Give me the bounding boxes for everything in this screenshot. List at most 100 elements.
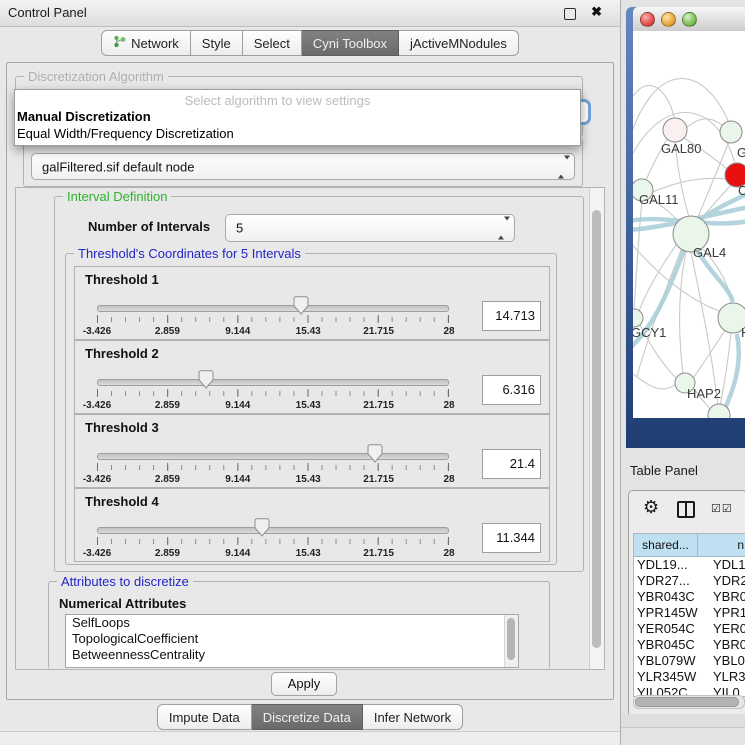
network-icon <box>113 35 126 51</box>
zoom-window-button[interactable] <box>682 12 697 27</box>
close-icon[interactable]: ✖ <box>591 4 602 20</box>
slider-scale: -3.426 2.859 9.144 15.43 21.715 28 <box>97 400 449 412</box>
table-row[interactable]: YDR27...YDR2 <box>634 573 745 589</box>
table-row[interactable]: YPR145WYPR1 <box>634 605 745 621</box>
threshold-1-value-field[interactable]: 14.713 <box>482 301 541 331</box>
tab-discretize-data[interactable]: Discretize Data <box>252 704 363 730</box>
slider-track[interactable] <box>97 527 449 534</box>
threshold-2-slider-thumb[interactable] <box>199 370 214 389</box>
slider-track[interactable] <box>97 453 449 460</box>
node-label-partial-g: G <box>737 145 745 160</box>
table-row[interactable]: YBR043CYBR0 <box>634 589 745 605</box>
node-partial-g[interactable] <box>720 121 742 143</box>
tab-impute-data[interactable]: Impute Data <box>157 704 252 730</box>
network-window-titlebar[interactable] <box>633 7 745 32</box>
combo-arrows-icon <box>558 159 565 174</box>
node-label-gcy1: GCY1 <box>633 325 666 340</box>
cyni-main-panel: Discretization Algorithm Select algorith… <box>6 62 614 700</box>
node-label-gal80: GAL80 <box>661 141 701 156</box>
network-window-frame[interactable]: GAL80 G C GAL11 GAL4 GCY1 H HAP2 <box>626 7 745 448</box>
horizontal-scrollbar[interactable] <box>633 695 745 709</box>
vertical-scrollbar[interactable] <box>589 188 604 669</box>
threshold-4-label: Threshold 4 <box>85 494 159 509</box>
gear-icon[interactable]: ⚙ <box>643 497 659 518</box>
number-of-intervals-value: 5 <box>236 221 243 236</box>
table-panel-footer <box>621 714 745 728</box>
algorithm-hint: Select algorithm to view settings <box>15 93 540 108</box>
list-item[interactable]: TopologicalCoefficient <box>66 631 518 647</box>
top-tab-bar: Network Style Select Cyni Toolbox jActiv… <box>0 30 620 56</box>
float-window-icon[interactable] <box>564 8 576 20</box>
threshold-3-slider-thumb[interactable] <box>368 444 383 463</box>
table-data-combobox[interactable]: galFiltered.sif default node <box>31 153 575 180</box>
screen: Control Panel ✖ Network Style Select <box>0 0 745 745</box>
discretization-algorithm-group-title: Discretization Algorithm <box>24 69 168 84</box>
threshold-3-slider[interactable]: -3.426 2.859 9.144 15.43 21.715 28 <box>97 441 449 485</box>
option-manual-discretization[interactable]: Manual Discretization <box>17 109 151 124</box>
threshold-2-label: Threshold 2 <box>85 346 159 361</box>
node-gal80[interactable] <box>663 118 687 142</box>
window-buttons <box>640 12 697 27</box>
threshold-4-slider-thumb[interactable] <box>255 518 270 537</box>
table-panel-window: ⚙ ☑☑ shared... n YDL19...YDL1 YDR27...YD… <box>628 490 745 716</box>
tab-network-label: Network <box>131 36 179 51</box>
node-label-gal11: GAL11 <box>639 192 679 207</box>
tab-cyni-toolbox[interactable]: Cyni Toolbox <box>302 30 399 56</box>
tab-style[interactable]: Style <box>191 30 243 56</box>
threshold-panel-1: Threshold 1 -3.426 2.859 <box>74 266 550 340</box>
table-row[interactable]: YDL19...YDL1 <box>634 557 745 573</box>
slider-scale: -3.426 2.859 9.144 15.43 21.715 28 <box>97 326 449 338</box>
list-scrollbar-thumb[interactable] <box>507 618 515 660</box>
panel-title: Control Panel <box>8 5 87 20</box>
horizontal-scrollbar-thumb[interactable] <box>635 697 739 707</box>
slider-track[interactable] <box>97 305 449 312</box>
right-column: GAL80 G C GAL11 GAL4 GCY1 H HAP2 Table P… <box>621 0 745 745</box>
control-panel: Control Panel ✖ Network Style Select <box>0 0 621 745</box>
close-window-button[interactable] <box>640 12 655 27</box>
list-item[interactable]: SelfLoops <box>66 615 518 631</box>
table-row[interactable]: YBL079WYBL0 <box>634 653 745 669</box>
tab-network[interactable]: Network <box>101 30 191 56</box>
slider-major-ticks <box>97 389 449 397</box>
threshold-2-slider[interactable]: -3.426 2.859 9.144 15.43 21.715 28 <box>97 367 449 411</box>
threshold-4-slider[interactable]: -3.426 2.859 9.144 15.43 21.715 28 <box>97 515 449 559</box>
numerical-attributes-list[interactable]: SelfLoops TopologicalCoefficient Between… <box>65 614 519 668</box>
node-label-hap2: HAP2 <box>687 386 721 401</box>
tab-select[interactable]: Select <box>243 30 302 56</box>
column-header-shared-name[interactable]: shared... <box>634 534 698 556</box>
control-panel-footer <box>0 731 620 745</box>
slider-major-ticks <box>97 537 449 545</box>
apply-button[interactable]: Apply <box>271 672 337 696</box>
option-equal-width-frequency[interactable]: Equal Width/Frequency Discretization <box>17 126 234 141</box>
columns-icon[interactable] <box>677 501 695 518</box>
slider-scale: -3.426 2.859 9.144 15.43 21.715 28 <box>97 548 449 560</box>
list-item[interactable]: BetweennessCentrality <box>66 647 518 663</box>
number-of-intervals-combobox[interactable]: 5 <box>225 214 515 242</box>
column-header-name[interactable]: n <box>698 534 745 556</box>
table-panel-title: Table Panel <box>630 463 698 478</box>
combo-arrows-icon <box>498 221 505 236</box>
threshold-1-slider-thumb[interactable] <box>294 296 309 315</box>
threshold-1-slider[interactable]: -3.426 2.859 9.144 15.43 21.715 28 <box>97 293 449 337</box>
slider-track[interactable] <box>97 379 449 386</box>
threshold-4-value-field[interactable]: 11.344 <box>482 523 541 553</box>
node-table[interactable]: shared... n YDL19...YDL1 YDR27...YDR2 YB… <box>633 533 745 697</box>
minimize-window-button[interactable] <box>661 12 676 27</box>
attributes-group: Attributes to discretize Numerical Attri… <box>48 581 550 669</box>
table-row[interactable]: YLR345WYLR3 <box>634 669 745 685</box>
bottom-tab-bar: Impute Data Discretize Data Infer Networ… <box>0 704 620 730</box>
table-header-row: shared... n <box>634 534 745 557</box>
table-row[interactable]: YER054CYER0 <box>634 621 745 637</box>
list-scrollbar[interactable] <box>504 615 518 667</box>
table-row[interactable]: YBR045CYBR0 <box>634 637 745 653</box>
network-canvas[interactable]: GAL80 G C GAL11 GAL4 GCY1 H HAP2 <box>633 31 745 418</box>
interval-definition-title: Interval Definition <box>63 189 171 204</box>
select-columns-checkboxes-icon[interactable]: ☑☑ <box>711 502 733 515</box>
thresholds-group-title: Threshold's Coordinates for 5 Intervals <box>74 246 305 261</box>
table-data-selected: galFiltered.sif default node <box>42 159 194 174</box>
vertical-scrollbar-thumb[interactable] <box>592 210 601 648</box>
threshold-2-value-field[interactable]: 6.316 <box>482 375 541 405</box>
threshold-3-value-field[interactable]: 21.4 <box>482 449 541 479</box>
tab-jactivemnodules[interactable]: jActiveMNodules <box>399 30 519 56</box>
tab-infer-network[interactable]: Infer Network <box>363 704 463 730</box>
